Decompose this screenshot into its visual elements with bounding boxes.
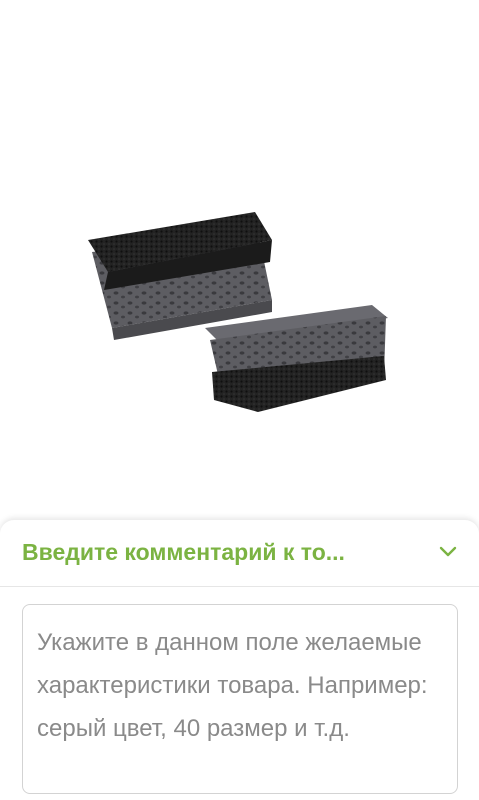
product-image — [0, 0, 479, 522]
comment-sheet: Введите комментарий к то... Укажите в да… — [0, 520, 479, 800]
sponge-image — [88, 212, 388, 412]
comment-input[interactable]: Укажите в данном поле желаемые характери… — [22, 604, 458, 794]
left-sponge — [88, 212, 272, 340]
comment-input-placeholder: Укажите в данном поле желаемые характери… — [37, 629, 428, 742]
comment-sheet-title: Введите комментарий к то... — [22, 539, 345, 565]
product-comment-screen: Введите комментарий к то... Укажите в да… — [0, 0, 479, 800]
chevron-down-icon[interactable] — [439, 546, 457, 558]
comment-sheet-header[interactable]: Введите комментарий к то... — [0, 520, 479, 587]
right-sponge — [205, 305, 388, 412]
